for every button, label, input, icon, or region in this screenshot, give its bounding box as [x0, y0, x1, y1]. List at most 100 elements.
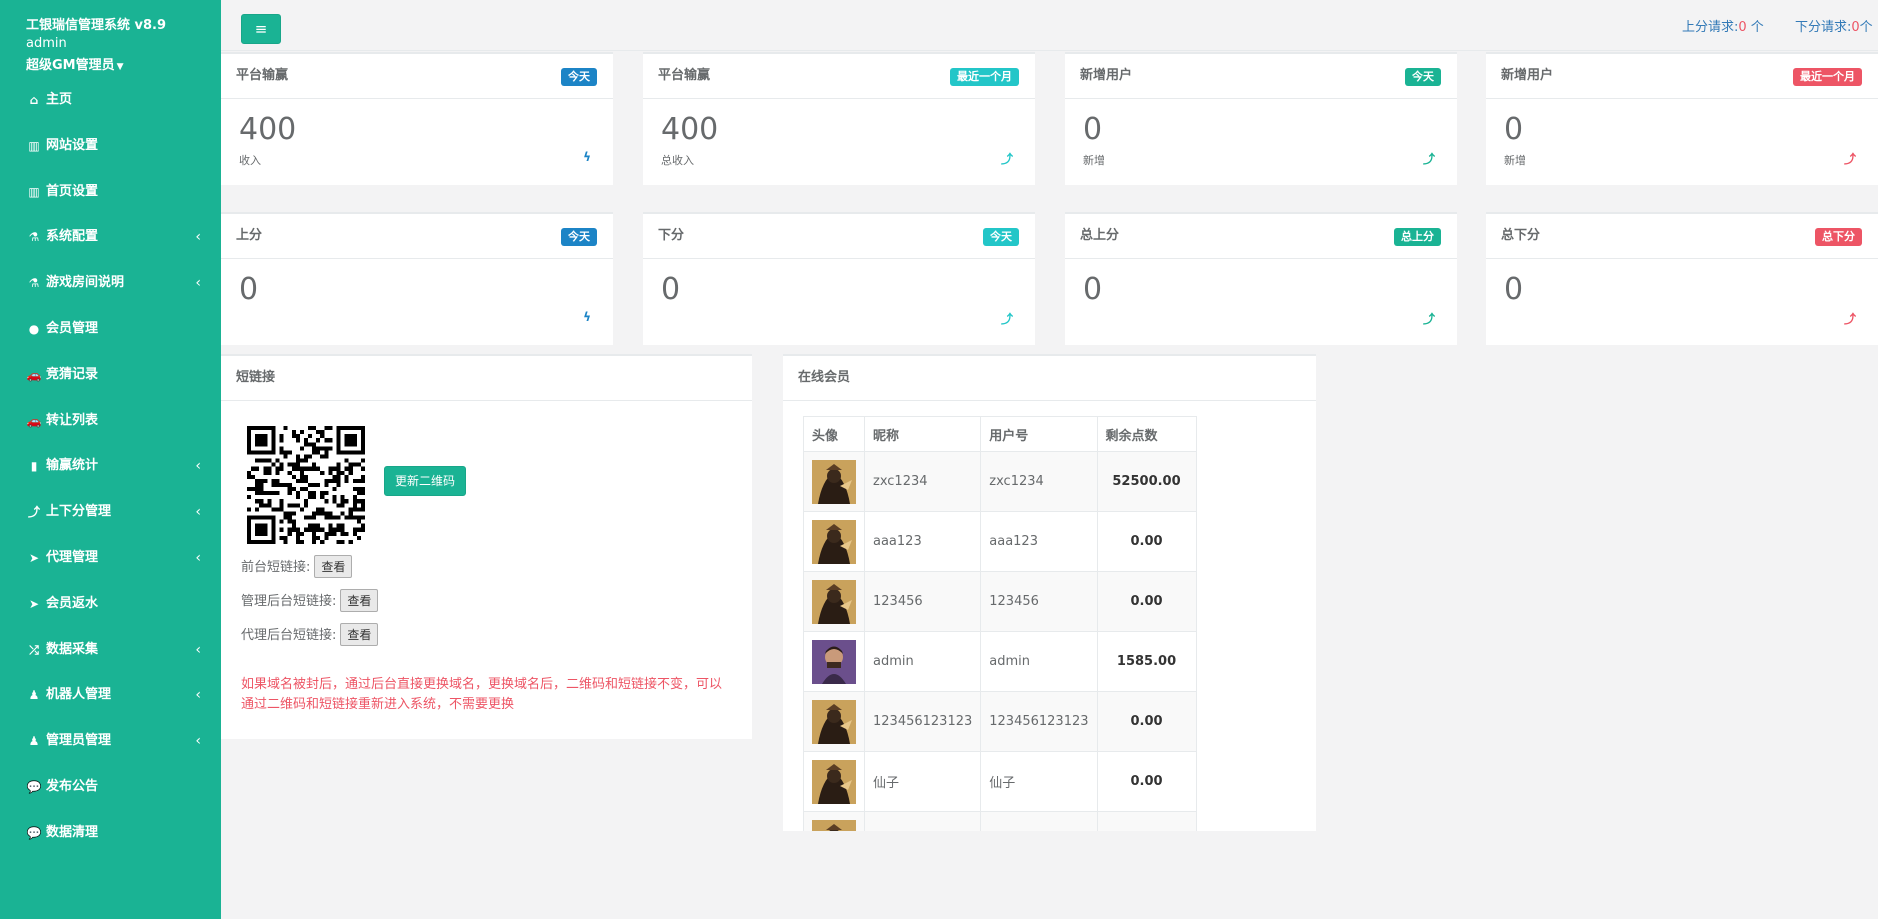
up-request-link[interactable]: 上分请求:0 个 [1682, 16, 1764, 35]
chevron-left-icon: ‹ [195, 275, 201, 292]
nickname-cell: 123456123123 [863, 691, 982, 752]
columns-icon: ▥ [28, 184, 40, 199]
sidebar-item-8[interactable]: ▮ 输赢统计 ‹ [0, 451, 221, 481]
online-members-panel: 在线会员 头像 昵称 用户号 剩余点数 zxc1234 zxc1234 52500.… [783, 354, 1316, 831]
stat-title: 总上分 [1080, 228, 1120, 243]
sidebar-item-label: 机器人管理 [46, 687, 112, 703]
avatar [803, 511, 865, 572]
menu-toggle-button[interactable]: ≡ [241, 14, 281, 44]
stat-value: 400 [661, 112, 719, 147]
role-dropdown[interactable]: 超级GM管理员 ▼ [26, 54, 124, 73]
stat-title: 平台输赢 [658, 68, 711, 83]
sidebar-item-7[interactable]: 🚗 转让列表 [0, 406, 221, 436]
stat-panel: 总上分 总上分 0 ⤴ [1065, 212, 1457, 345]
user-icon: ● [28, 322, 40, 336]
divider [783, 400, 1316, 401]
sidebar-item-label: 管理员管理 [46, 733, 112, 749]
sidebar-item-label: 代理管理 [46, 550, 99, 565]
divider [1065, 258, 1457, 259]
period-badge: 今天 [561, 228, 597, 246]
down-request-unit: 个 [1859, 20, 1873, 35]
chevron-left-icon: ‹ [195, 550, 201, 566]
stat-panel: 下分 今天 0 ⤴ [643, 212, 1035, 345]
sidebar-item-15[interactable]: 💬 发布公告 [0, 772, 221, 802]
sidebar-item-13[interactable]: ♟ 机器人管理 ‹ [0, 680, 221, 710]
sidebar-item-16[interactable]: 💬 数据清理 [0, 818, 221, 848]
stat-value: 0 [1083, 272, 1103, 307]
points-cell: 52500.00 [1096, 451, 1197, 512]
stat-value: 0 [239, 272, 259, 307]
userid-cell: 123456 [980, 571, 1098, 632]
nickname-cell [863, 811, 982, 831]
divider [221, 400, 752, 401]
stat-value: 0 [1083, 112, 1103, 147]
period-badge: 今天 [1405, 68, 1441, 86]
sidebar-item-10[interactable]: ➤ 代理管理 ‹ [0, 543, 221, 573]
frontend-link-row: 前台短链接: 查看 [241, 555, 353, 578]
col-userid-header: 用户号 [980, 416, 1098, 452]
nickname-cell: aaa123 [863, 511, 982, 572]
sidebar-item-9[interactable]: ⤴ 上下分管理 ‹ [0, 497, 221, 527]
table-row: 123456123123 123456123123 0.00 [803, 691, 1197, 752]
view-agent-link-button[interactable]: 查看 [340, 623, 379, 646]
divider [643, 258, 1035, 259]
sidebar-item-11[interactable]: ➤ 会员返水 [0, 589, 221, 619]
sidebar-item-label: 网站设置 [46, 137, 99, 153]
period-badge: 今天 [983, 228, 1019, 246]
nickname-cell: 123456 [863, 571, 982, 632]
stat-title: 总下分 [1501, 228, 1541, 243]
table-row: admin admin 1585.00 [803, 631, 1197, 692]
points-cell: 1585.00 [1096, 631, 1197, 692]
send-icon: ➤ [28, 596, 40, 611]
female-icon: ♟ [28, 734, 40, 749]
chevron-left-icon: ‹ [195, 641, 201, 658]
points-cell: 0.00 [1096, 571, 1197, 632]
table-header-row: 头像 昵称 用户号 剩余点数 [803, 416, 1197, 452]
chevron-left-icon: ‹ [195, 733, 201, 750]
view-frontend-link-button[interactable]: 查看 [314, 555, 353, 578]
sidebar-item-6[interactable]: 🚗 竞猜记录 [0, 360, 221, 390]
sidebar-item-14[interactable]: ♟ 管理员管理 ‹ [0, 726, 221, 756]
car-icon: 🚗 [26, 413, 42, 428]
sidebar-item-label: 游戏房间说明 [46, 275, 125, 291]
shortlink-panel: 短链接 更新二维码 前台短链接: 查看 管理后台短链接: 查看 代理后台短链接: 查看… [221, 354, 752, 739]
period-badge: 今天 [561, 68, 597, 86]
table-row: aaa123 aaa123 0.00 [803, 511, 1197, 572]
send-icon: ➤ [28, 551, 40, 565]
sidebar-item-label: 转让列表 [46, 412, 99, 428]
avatar [803, 751, 865, 812]
sidebar-item-label: 首页设置 [46, 183, 99, 199]
avatar [803, 571, 865, 632]
table-row: zxc1234 zxc1234 52500.00 [803, 451, 1197, 512]
col-avatar-header: 头像 [803, 416, 865, 452]
stat-title: 新增用户 [1501, 68, 1554, 83]
divider [221, 98, 613, 99]
caret-down-icon: ▼ [116, 62, 124, 72]
down-request-label: 下分请求: [1795, 20, 1852, 35]
divider [1486, 258, 1878, 259]
refresh-qr-button[interactable]: 更新二维码 [384, 466, 466, 496]
sidebar-item-label: 数据清理 [46, 824, 99, 840]
chevron-left-icon: ‹ [195, 504, 201, 521]
role-label: 超级GM管理员 [26, 58, 115, 73]
sidebar-item-label: 输赢统计 [46, 458, 99, 474]
view-admin-link-button[interactable]: 查看 [340, 589, 379, 612]
bars-icon: ≡ [254, 20, 268, 38]
sidebar-item-2[interactable]: ▥ 首页设置 [0, 177, 221, 207]
qr-code-image [247, 426, 365, 544]
username: admin [26, 36, 67, 51]
stat-panel: 平台输赢 今天 400 收入 ϟ [221, 52, 613, 185]
level-up-icon: ⤴ [1843, 312, 1856, 326]
chevron-left-icon: ‹ [195, 687, 201, 704]
frontend-link-label: 前台短链接: [241, 560, 311, 575]
sidebar-item-label: 会员管理 [46, 321, 99, 336]
sidebar-item-1[interactable]: ▥ 网站设置 [0, 131, 221, 161]
sidebar-item-12[interactable]: ⤮ 数据采集 ‹ [0, 635, 221, 665]
sidebar-item-4[interactable]: ⚗ 游戏房间说明 ‹ [0, 268, 221, 298]
sidebar-item-3[interactable]: ⚗ 系统配置 ‹ [0, 222, 221, 252]
top-navbar: ≡ 上分请求:0 个 下分请求:0个 [221, 0, 1878, 51]
sidebar-item-0[interactable]: ⌂ 主页 [0, 85, 221, 115]
sidebar-item-label: 发布公告 [46, 779, 99, 794]
sidebar-item-5[interactable]: ● 会员管理 [0, 314, 221, 344]
down-request-link[interactable]: 下分请求:0个 [1795, 16, 1873, 35]
